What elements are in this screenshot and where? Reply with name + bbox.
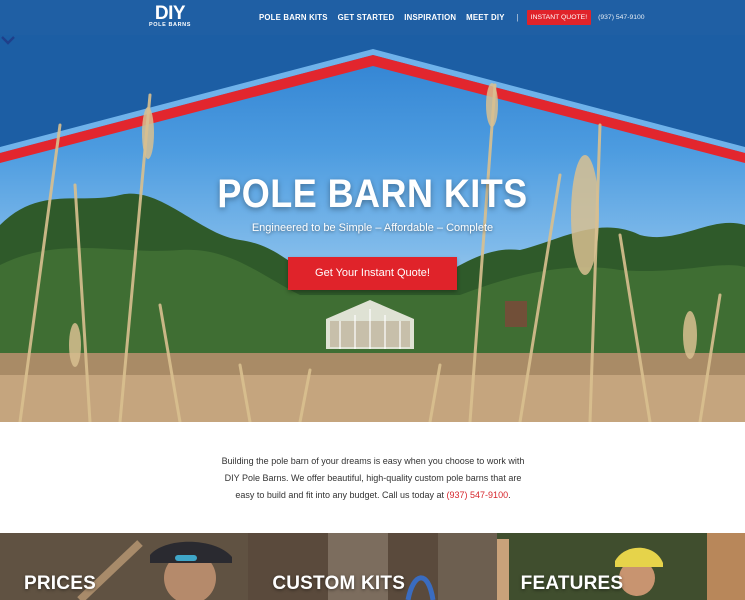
hero-title: POLE BARN KITS bbox=[217, 172, 528, 216]
main-nav: POLE BARN KITS GET STARTED INSPIRATION M… bbox=[259, 0, 645, 35]
feature-tiles: PRICES CUSTOM KITS FEATURES bbox=[0, 533, 745, 600]
logo-main-text: DIY bbox=[154, 3, 186, 24]
instant-quote-button[interactable]: INSTANT QUOTE! bbox=[526, 10, 592, 25]
nav-item-meet-diy[interactable]: MEET DIY bbox=[466, 13, 504, 22]
hero-subtitle: Engineered to be Simple – Affordable – C… bbox=[251, 222, 494, 234]
logo[interactable]: DIY POLE BARNS bbox=[142, 3, 198, 29]
header-phone-link[interactable]: (937) 547-9100 bbox=[598, 14, 644, 21]
intro-end-text: . bbox=[508, 490, 511, 500]
intro-phone-link[interactable]: (937) 547-9100 bbox=[447, 490, 509, 500]
nav-item-get-started[interactable]: GET STARTED bbox=[338, 13, 395, 22]
hero-section: POLE BARN KITS Engineered to be Simple –… bbox=[0, 35, 745, 422]
tile-prices-label: PRICES bbox=[24, 573, 96, 594]
intro-section: Building the pole barn of your dreams is… bbox=[0, 422, 745, 533]
get-instant-quote-button[interactable]: Get Your Instant Quote! bbox=[288, 257, 457, 290]
tile-prices[interactable]: PRICES bbox=[0, 533, 249, 600]
tile-features-label: FEATURES bbox=[520, 573, 624, 594]
chevron-down-icon[interactable] bbox=[0, 35, 16, 45]
tile-features[interactable]: FEATURES bbox=[496, 533, 745, 600]
nav-item-inspiration[interactable]: INSPIRATION bbox=[404, 13, 456, 22]
nav-item-pole-barn-kits[interactable]: POLE BARN KITS bbox=[259, 13, 328, 22]
site-header: DIY POLE BARNS POLE BARN KITS GET STARTE… bbox=[0, 0, 745, 35]
intro-text: Building the pole barn of your dreams is… bbox=[218, 453, 528, 504]
logo-sub-text: POLE BARNS bbox=[148, 22, 192, 28]
tile-custom-kits[interactable]: CUSTOM KITS bbox=[248, 533, 497, 600]
tile-custom-kits-label: CUSTOM KITS bbox=[272, 573, 406, 594]
nav-separator: | bbox=[516, 13, 519, 22]
